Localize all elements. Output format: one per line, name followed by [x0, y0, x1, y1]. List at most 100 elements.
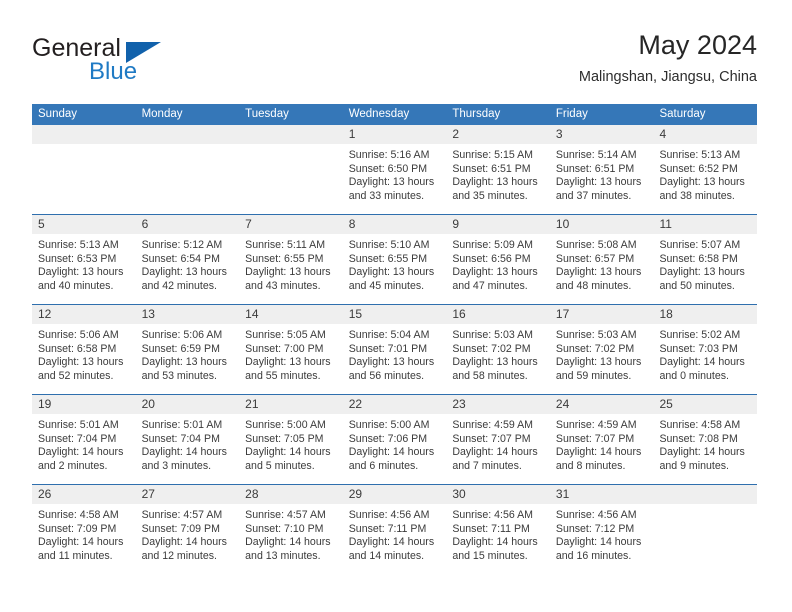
day-sunset-text: Sunset: 6:56 PM	[452, 252, 531, 265]
day-daylight-2-text: and 6 minutes.	[348, 459, 419, 472]
day-number[interactable]: 6	[136, 215, 240, 234]
day-daylight-1-text: Daylight: 14 hours	[555, 536, 642, 549]
logo-text-blue: Blue	[89, 58, 138, 85]
day-sunrise-text: Sunrise: 5:15 AM	[452, 149, 533, 161]
day-daylight-1-text: Daylight: 13 hours	[348, 356, 435, 369]
day-daylight-2-text: and 7 minutes.	[452, 459, 522, 472]
day-cell[interactable]: Sunrise: 5:14 AM Sunset: 6:51 PM Daylight:…	[550, 144, 654, 214]
day-cell[interactable]: Sunrise: 5:08 AM Sunset: 6:57 PM Daylight:…	[550, 234, 654, 304]
day-daylight-2-text: and 8 minutes.	[555, 459, 626, 472]
day-number[interactable]: 25	[653, 395, 757, 414]
day-number[interactable]: 5	[32, 215, 136, 234]
day-number[interactable]: 22	[343, 395, 447, 414]
day-daylight-2-text: and 59 minutes.	[555, 369, 632, 382]
day-cell[interactable]: Sunrise: 5:11 AM Sunset: 6:55 PM Daylight:…	[239, 234, 343, 304]
day-number[interactable]: 2	[446, 125, 550, 144]
day-cell[interactable]: Sunrise: 4:59 AM Sunset: 7:07 PM Daylight:…	[550, 414, 654, 484]
weekday-header-saturday: Saturday	[659, 108, 706, 120]
day-number[interactable]: 31	[550, 485, 654, 504]
day-sunset-text: Sunset: 6:55 PM	[245, 252, 324, 265]
day-number[interactable]: 9	[446, 215, 550, 234]
day-sunset-text: Sunset: 6:54 PM	[141, 252, 220, 265]
weekday-header-thursday: Thursday	[452, 108, 501, 120]
day-daylight-2-text: and 35 minutes.	[452, 189, 528, 202]
weeks-container: 1 2 3 4 Sunrise: 5:16 AM Sunset: 6:50 PM Dayli…	[32, 125, 757, 574]
day-number[interactable]: 23	[446, 395, 550, 414]
day-number[interactable]: 18	[653, 305, 757, 324]
day-cell[interactable]: Sunrise: 5:02 AM Sunset: 7:03 PM Daylight:…	[653, 324, 757, 394]
day-number[interactable]: 29	[343, 485, 447, 504]
day-number[interactable]: 7	[239, 215, 343, 234]
day-cell[interactable]: Sunrise: 5:06 AM Sunset: 6:58 PM Daylight:…	[32, 324, 136, 394]
day-number[interactable]: 3	[550, 125, 654, 144]
day-sunrise-text: Sunrise: 5:06 AM	[141, 329, 223, 341]
day-cell[interactable]: Sunrise: 5:00 AM Sunset: 7:05 PM Daylight:…	[239, 414, 343, 484]
day-number[interactable]: 26	[32, 485, 136, 504]
day-cell[interactable]: Sunrise: 5:16 AM Sunset: 6:50 PM Daylight:…	[343, 144, 447, 214]
day-cell[interactable]: Sunrise: 5:13 AM Sunset: 6:52 PM Daylight:…	[653, 144, 757, 214]
day-cell[interactable]: Sunrise: 5:12 AM Sunset: 6:54 PM Daylight:…	[136, 234, 240, 304]
day-cell[interactable]: Sunrise: 4:56 AM Sunset: 7:11 PM Daylight:…	[446, 504, 550, 574]
day-cell[interactable]: Sunrise: 5:07 AM Sunset: 6:58 PM Daylight:…	[653, 234, 757, 304]
day-number[interactable]: 11	[653, 215, 757, 234]
day-number[interactable]: 16	[446, 305, 550, 324]
day-sunrise-text: Sunrise: 5:00 AM	[348, 419, 430, 431]
day-daylight-2-text: and 38 minutes.	[659, 189, 735, 202]
day-cell[interactable]: Sunrise: 4:58 AM Sunset: 7:08 PM Daylight:…	[653, 414, 757, 484]
day-number[interactable]: 20	[136, 395, 240, 414]
day-sunset-text: Sunset: 6:57 PM	[555, 252, 635, 265]
day-daylight-1-text: Daylight: 13 hours	[452, 266, 538, 279]
day-sunrise-text: Sunrise: 4:56 AM	[555, 509, 637, 521]
weekday-header-row: Sunday Monday Tuesday Wednesday Thursday…	[32, 104, 757, 125]
day-daylight-1-text: Daylight: 14 hours	[141, 446, 227, 459]
general-blue-logo[interactable]: General Blue	[32, 34, 242, 92]
day-number[interactable]: 8	[343, 215, 447, 234]
day-cell[interactable]: Sunrise: 5:00 AM Sunset: 7:06 PM Daylight:…	[343, 414, 447, 484]
day-cell[interactable]: Sunrise: 4:56 AM Sunset: 7:11 PM Daylight:…	[343, 504, 447, 574]
week-day-number-band: 12 13 14 15 16 17 18	[32, 305, 757, 324]
day-cell[interactable]: Sunrise: 5:06 AM Sunset: 6:59 PM Daylight:…	[136, 324, 240, 394]
day-number[interactable]: 1	[343, 125, 447, 144]
day-daylight-1-text: Daylight: 14 hours	[245, 536, 331, 549]
day-cell[interactable]: Sunrise: 5:10 AM Sunset: 6:55 PM Daylight:…	[343, 234, 447, 304]
day-daylight-2-text: and 43 minutes.	[245, 279, 321, 292]
day-cell[interactable]: Sunrise: 5:01 AM Sunset: 7:04 PM Daylight:…	[136, 414, 240, 484]
day-cell[interactable]: Sunrise: 5:01 AM Sunset: 7:04 PM Daylight:…	[32, 414, 136, 484]
day-daylight-2-text: and 47 minutes.	[452, 279, 528, 292]
day-number[interactable]: 15	[343, 305, 447, 324]
day-number[interactable]: 12	[32, 305, 136, 324]
day-number[interactable]: 28	[239, 485, 343, 504]
day-cell[interactable]: Sunrise: 4:57 AM Sunset: 7:09 PM Daylight:…	[136, 504, 240, 574]
day-daylight-1-text: Daylight: 13 hours	[555, 176, 642, 189]
day-sunset-text: Sunset: 7:12 PM	[555, 522, 635, 535]
day-daylight-1-text: Daylight: 13 hours	[555, 356, 642, 369]
day-number[interactable]: 21	[239, 395, 343, 414]
day-number[interactable]: 14	[239, 305, 343, 324]
day-cell[interactable]: Sunrise: 5:13 AM Sunset: 6:53 PM Daylight:…	[32, 234, 136, 304]
day-daylight-2-text: and 16 minutes.	[555, 549, 632, 562]
day-number[interactable]: 27	[136, 485, 240, 504]
day-cell[interactable]: Sunrise: 4:59 AM Sunset: 7:07 PM Daylight:…	[446, 414, 550, 484]
day-sunset-text: Sunset: 7:01 PM	[348, 342, 428, 355]
day-cell[interactable]: Sunrise: 5:04 AM Sunset: 7:01 PM Daylight:…	[343, 324, 447, 394]
day-cell[interactable]: Sunrise: 4:56 AM Sunset: 7:12 PM Daylight:…	[550, 504, 654, 574]
day-cell[interactable]: Sunrise: 5:03 AM Sunset: 7:02 PM Daylight:…	[550, 324, 654, 394]
day-number[interactable]: 13	[136, 305, 240, 324]
day-number[interactable]: 4	[653, 125, 757, 144]
day-number[interactable]: 10	[550, 215, 654, 234]
day-number[interactable]: 19	[32, 395, 136, 414]
day-cell[interactable]: Sunrise: 4:57 AM Sunset: 7:10 PM Daylight:…	[239, 504, 343, 574]
day-sunrise-text: Sunrise: 5:13 AM	[659, 149, 741, 161]
day-number[interactable]: 30	[446, 485, 550, 504]
day-cell[interactable]: Sunrise: 5:03 AM Sunset: 7:02 PM Daylight:…	[446, 324, 550, 394]
day-cell[interactable]: Sunrise: 4:58 AM Sunset: 7:09 PM Daylight:…	[32, 504, 136, 574]
day-cell[interactable]: Sunrise: 5:09 AM Sunset: 6:56 PM Daylight:…	[446, 234, 550, 304]
day-number[interactable]: 24	[550, 395, 654, 414]
day-cell[interactable]: Sunrise: 5:15 AM Sunset: 6:51 PM Daylight:…	[446, 144, 550, 214]
day-cell[interactable]: Sunrise: 5:05 AM Sunset: 7:00 PM Daylight:…	[239, 324, 343, 394]
day-number[interactable]: 17	[550, 305, 654, 324]
week-day-number-band: 1234	[32, 125, 757, 144]
day-daylight-1-text: Daylight: 13 hours	[555, 266, 642, 279]
day-sunrise-text: Sunrise: 5:00 AM	[245, 419, 326, 431]
day-daylight-1-text: Daylight: 14 hours	[141, 536, 227, 549]
